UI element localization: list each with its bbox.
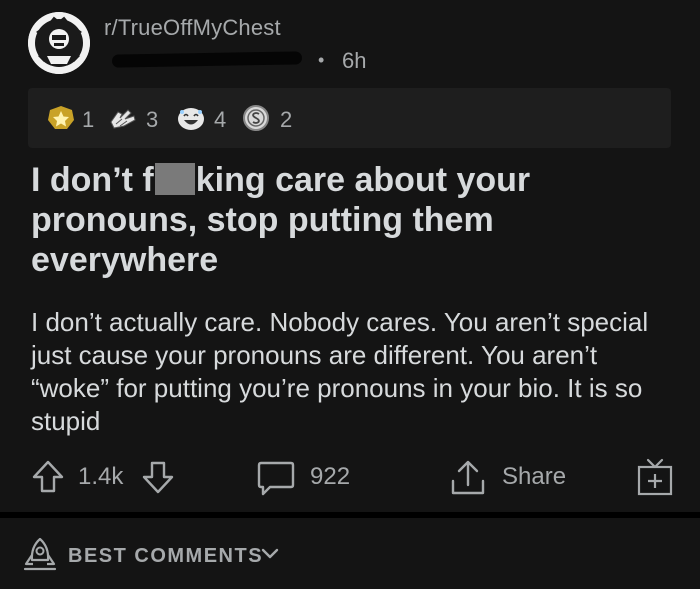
post-meta: • 6h (104, 48, 384, 74)
gold-star-award-icon (48, 106, 74, 129)
comment-count: 922 (310, 463, 351, 490)
upvote-arrow-icon[interactable] (30, 459, 66, 495)
award-count: 1 (82, 107, 95, 132)
award-count: 4 (214, 107, 227, 132)
share-button[interactable]: Share (448, 452, 588, 502)
share-arrow-icon (451, 460, 485, 495)
share-label: Share (502, 463, 567, 490)
post-body: I don’t actually care. Nobody cares. You… (31, 307, 649, 436)
awards-bar[interactable]: 1 3 4 2 (28, 88, 671, 148)
comment-bubble-icon (257, 461, 295, 496)
censor-block (154, 163, 195, 195)
comment-sort-selector[interactable]: BEST COMMENTS (22, 536, 322, 576)
award-count: 2 (280, 107, 293, 132)
subreddit-name[interactable]: r/TrueOffMyChest (104, 15, 281, 41)
post-title-start: I don’t f (31, 161, 154, 199)
post-header: r/TrueOffMyChest • 6h (28, 12, 668, 74)
silver-coin-award-icon (243, 105, 269, 131)
sort-label: BEST COMMENTS (68, 545, 264, 567)
post-age: 6h (342, 48, 367, 73)
meta-separator: • (318, 50, 325, 70)
wholesome-hands-award-icon (110, 109, 136, 129)
gift-award-icon (637, 458, 673, 496)
section-divider (0, 512, 700, 518)
subreddit-logo-icon (28, 12, 90, 74)
subreddit-avatar[interactable] (28, 12, 90, 74)
redacted-username (111, 51, 303, 68)
post-action-bar: 1.4k 922 Share (28, 452, 678, 502)
post-title[interactable]: I don’t f king care about your pronouns, … (31, 160, 631, 280)
laughing-face-award-icon (178, 108, 204, 130)
award-count: 3 (146, 107, 159, 132)
vote-score: 1.4k (78, 463, 124, 490)
rocket-icon (23, 537, 57, 571)
downvote-arrow-icon[interactable] (140, 459, 176, 495)
chevron-down-icon (261, 548, 279, 559)
comments-button[interactable]: 922 (256, 452, 396, 502)
give-award-button[interactable] (636, 452, 676, 502)
vote-controls: 1.4k (28, 452, 178, 502)
